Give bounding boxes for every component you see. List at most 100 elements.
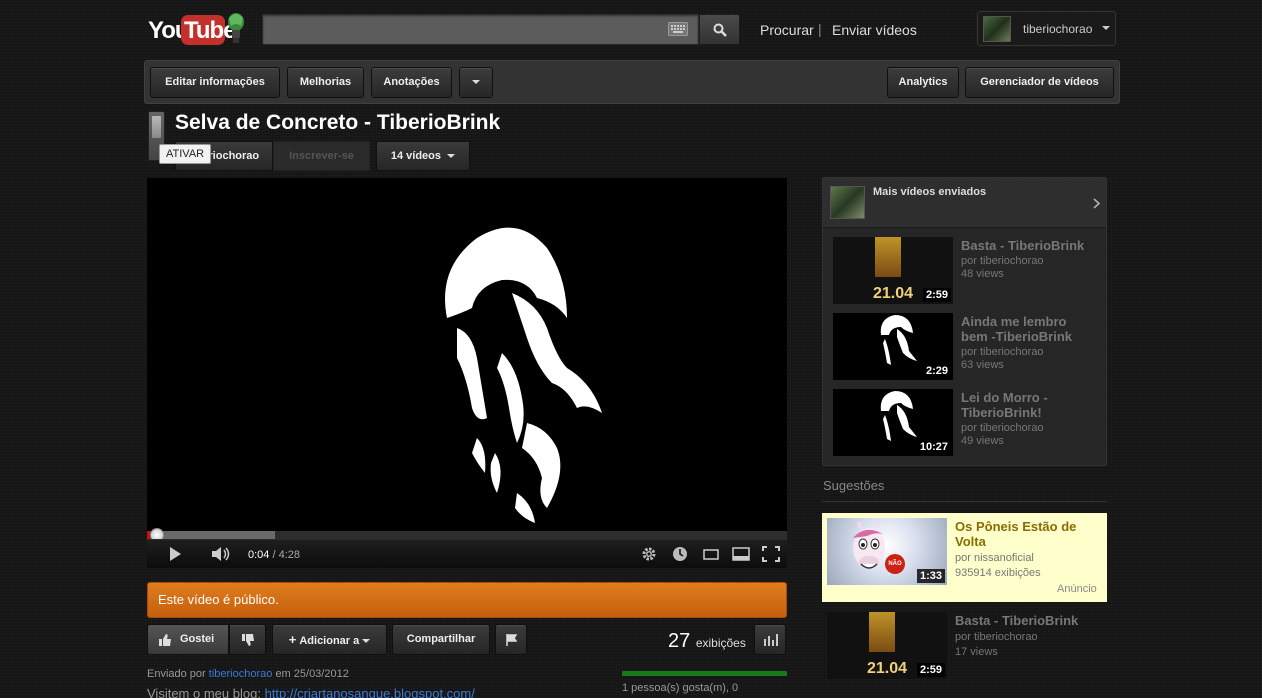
procurar-link[interactable]: Procurar — [760, 22, 814, 38]
small-player-icon[interactable] — [703, 549, 719, 560]
thumbs-up-icon — [159, 634, 171, 646]
stats-button[interactable] — [754, 624, 786, 655]
like-button[interactable]: Gostei — [147, 624, 229, 655]
anotacoes-button[interactable]: Anotações — [371, 67, 452, 98]
uploaded-prefix: Enviado por — [147, 668, 206, 680]
fullscreen-icon[interactable] — [762, 546, 780, 562]
duration-badge: 10:27 — [916, 440, 951, 454]
video-views: 63 views — [961, 359, 1004, 371]
report-button[interactable] — [495, 624, 527, 655]
bar-chart-icon — [764, 634, 778, 646]
chevron-down-icon — [1102, 26, 1110, 30]
avatar — [983, 16, 1011, 42]
uploaded-date: em 25/03/2012 — [275, 668, 349, 680]
description: Visitem o meu blog: http://criartanosang… — [147, 686, 475, 698]
add-to-label: Adicionar a — [299, 635, 360, 647]
video-title-link[interactable]: Ainda me lembro bem -TiberioBrink — [961, 314, 1081, 344]
pony-image — [853, 521, 885, 569]
like-label: Gostei — [180, 633, 215, 645]
volume-icon[interactable] — [211, 546, 233, 562]
logo-tube-box: Tube — [181, 15, 237, 45]
chevron-down-icon — [472, 80, 480, 85]
user-menu[interactable]: tiberiochorao — [977, 11, 1116, 46]
dislike-button[interactable] — [229, 624, 266, 655]
subscribe-button[interactable]: Inscrever-se — [273, 141, 370, 171]
video-thumbnail[interactable]: 10:27 — [833, 389, 953, 456]
likes-text: 1 pessoa(s) gosta(m), 0 — [622, 682, 739, 694]
video-title-link[interactable]: Basta - TiberioBrink — [955, 613, 1095, 628]
views-number: 27 — [668, 630, 691, 652]
progress-buffered — [147, 531, 275, 539]
time-separator: / — [269, 549, 279, 561]
description-prefix: Visitem o meu blog: — [147, 686, 261, 698]
poster-image — [869, 612, 895, 652]
search-icon — [713, 23, 727, 37]
video-thumbnail[interactable]: NÃO 1:33 — [827, 518, 947, 585]
video-views: 17 views — [955, 646, 998, 658]
blog-link[interactable]: http://criartanosangue.blogspot.com/ — [265, 686, 475, 698]
video-author: por tiberiochorao — [955, 631, 1038, 643]
gear-icon[interactable] — [641, 546, 657, 562]
clock-icon[interactable] — [672, 546, 688, 562]
video-author: por nissanoficial — [955, 552, 1034, 564]
poster-date: 21.04 — [873, 285, 914, 302]
edit-info-button[interactable]: Editar informações — [150, 67, 280, 98]
video-manager-button[interactable]: Gerenciador de vídeos — [965, 67, 1114, 98]
video-author: por tiberiochorao — [961, 422, 1044, 434]
play-icon[interactable] — [167, 546, 183, 562]
chevron-down-icon — [447, 154, 456, 159]
tooltip: ATIVAR — [159, 144, 212, 164]
rating-bar — [622, 671, 787, 676]
duration-badge: 2:59 — [922, 288, 951, 302]
channel-videos-button[interactable]: 14 vídeos — [376, 141, 470, 171]
video-title-link[interactable]: Os Pôneis Estão de Volta — [955, 519, 1085, 549]
large-player-icon[interactable] — [732, 547, 750, 561]
duration-badge: 2:59 — [916, 663, 945, 677]
divider — [822, 501, 1107, 502]
suggestions-heading: Sugestões — [823, 478, 885, 493]
video-player[interactable] — [147, 178, 787, 568]
video-views: 935914 exibições — [955, 567, 1041, 579]
public-notice: Este vídeo é público. — [147, 582, 787, 618]
melhorias-button[interactable]: Melhorias — [287, 67, 364, 98]
flag-icon — [506, 634, 517, 646]
more-videos-title: Mais vídeos enviados — [873, 186, 987, 198]
more-actions-button[interactable] — [459, 67, 493, 98]
youtube-logo[interactable]: You Tube — [148, 12, 248, 48]
time-display: 0:04 / 4:28 — [248, 549, 300, 561]
upload-info: Enviado por tiberiochorao em 25/03/2012 — [147, 668, 349, 680]
video-title-link[interactable]: Lei do Morro - TiberioBrink! — [961, 390, 1081, 420]
video-title: Selva de Concreto - TiberioBrink — [175, 111, 501, 134]
video-views: 48 views — [961, 268, 1004, 280]
thumbs-down-icon — [242, 634, 254, 646]
uploader-link[interactable]: tiberiochorao — [209, 668, 273, 680]
video-title-link[interactable]: Basta - TiberioBrink — [961, 238, 1101, 253]
add-to-button[interactable]: + Adicionar a — [272, 624, 387, 655]
search-input[interactable] — [262, 14, 699, 45]
badge-circle: NÃO — [885, 554, 905, 574]
view-count: 27 exibições — [668, 630, 746, 653]
header-separator: | — [818, 21, 822, 37]
search-button[interactable] — [699, 14, 740, 45]
duration: 4:28 — [278, 549, 301, 561]
analytics-button[interactable]: Analytics — [887, 67, 959, 98]
current-time: 0:04 — [248, 549, 270, 561]
share-button[interactable]: Compartilhar — [392, 624, 490, 655]
video-thumbnail[interactable]: 21.04 2:59 — [827, 612, 947, 679]
poster-date: 21.04 — [867, 660, 908, 677]
channel-avatar — [830, 186, 865, 219]
hooded-figure-image — [445, 227, 602, 523]
video-thumbnail[interactable]: 21.04 2:59 — [833, 237, 953, 304]
hooded-figure-image — [880, 391, 917, 441]
chevron-down-icon — [362, 639, 371, 644]
video-author: por tiberiochorao — [961, 346, 1044, 358]
views-label: exibições — [695, 636, 746, 650]
video-views: 49 views — [961, 435, 1004, 447]
hooded-figure-image — [880, 315, 917, 365]
video-thumbnail[interactable]: 2:29 — [833, 313, 953, 380]
keyboard-icon[interactable] — [668, 22, 688, 36]
poster-image — [875, 237, 901, 277]
enviar-videos-link[interactable]: Enviar vídeos — [832, 22, 917, 38]
chevron-right-icon[interactable] — [1093, 198, 1100, 209]
lightbulb-icon — [228, 13, 244, 43]
